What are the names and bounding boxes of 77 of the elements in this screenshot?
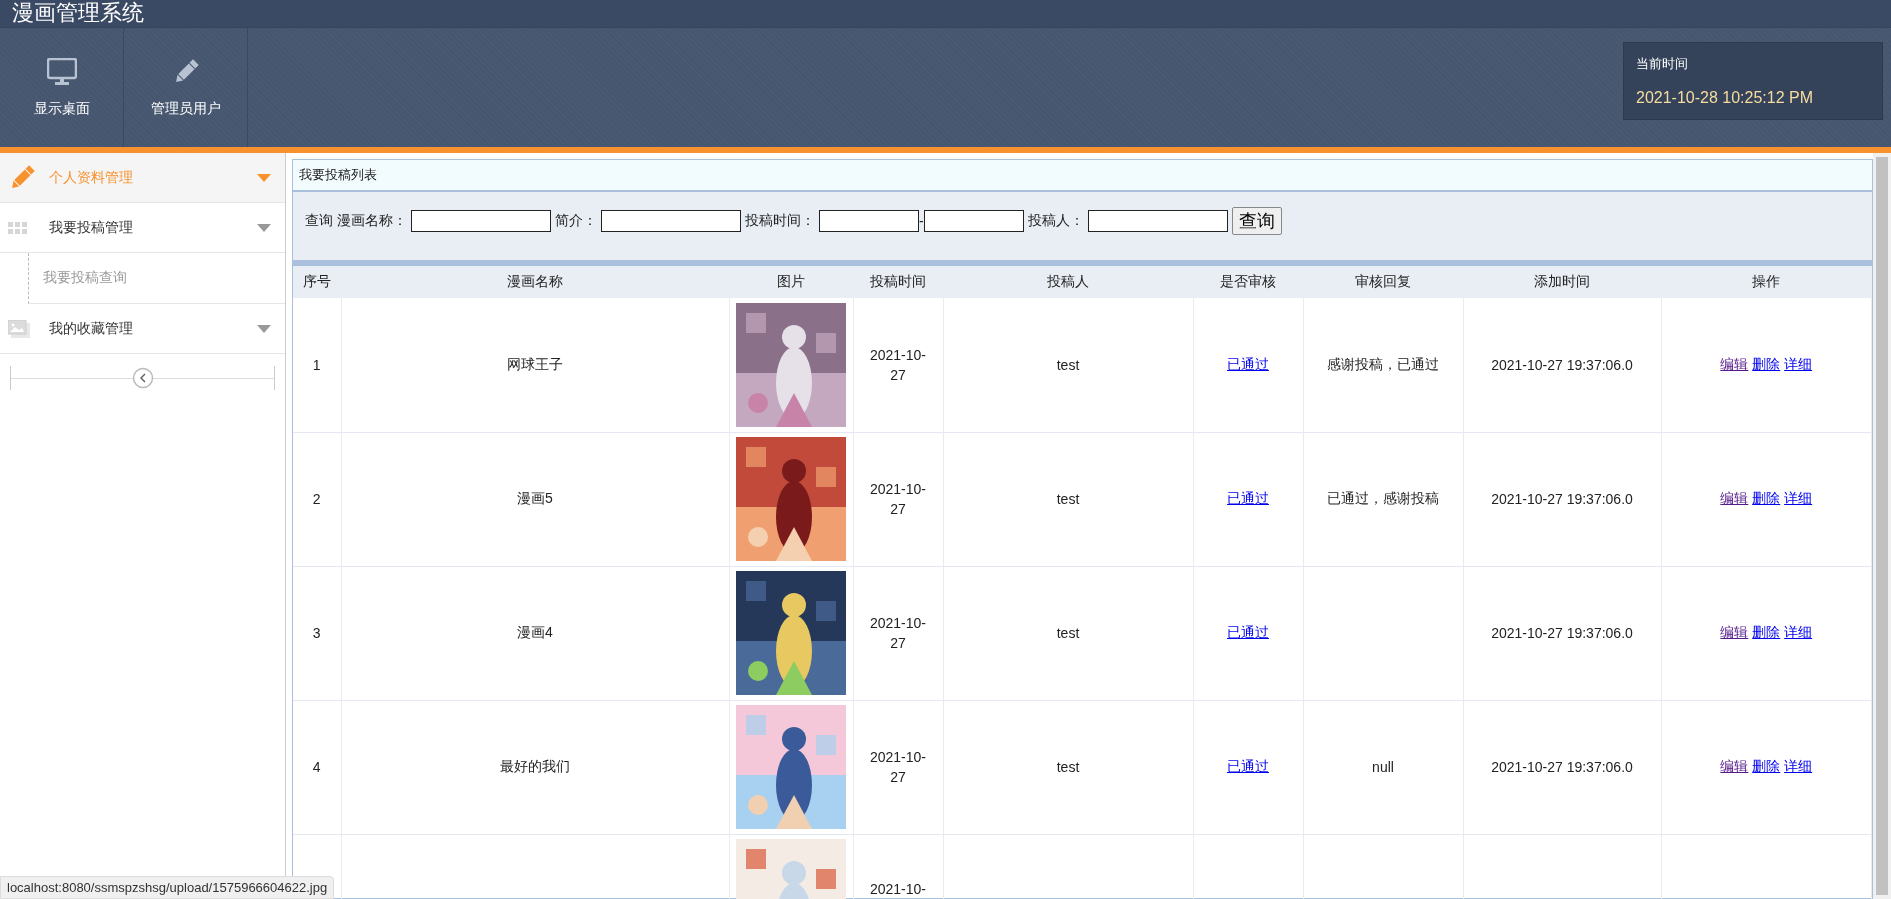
comic-name: 漫画4	[341, 566, 729, 700]
author-name: test	[943, 700, 1193, 834]
action-link[interactable]: 编辑	[1720, 355, 1749, 372]
row-number: 4	[293, 700, 341, 834]
sidebar-item[interactable]: 我的收藏管理	[0, 304, 285, 354]
text-field[interactable]	[1087, 210, 1228, 232]
row-number: 1	[293, 298, 341, 432]
action-link[interactable]: 删除	[1752, 490, 1781, 506]
row-number: 3	[293, 566, 341, 700]
author-name: test	[943, 566, 1193, 700]
range-separator: -	[919, 213, 924, 229]
column-header: 投稿人	[943, 266, 1193, 298]
action-link[interactable]: 编辑	[1720, 490, 1749, 506]
clock-label: 当前时间	[1636, 55, 1689, 73]
panel-title: 我要投稿列表	[299, 166, 377, 184]
search-label: 查询	[305, 212, 333, 230]
added-time: 2021-10-27 19:37:06.0	[1463, 432, 1661, 566]
column-header: 操作	[1661, 266, 1872, 298]
audit-link[interactable]: 已通过	[1227, 758, 1269, 774]
action-link[interactable]: 删除	[1752, 355, 1781, 372]
column-header: 添加时间	[1463, 266, 1661, 298]
status-url: localhost:8080/ssmspzshsg/upload/1575966604622.jpg	[0, 876, 335, 899]
search-button[interactable]: 查询	[1231, 207, 1282, 235]
text-field[interactable]	[411, 210, 551, 232]
column-header: 图片	[729, 266, 853, 298]
audit-link[interactable]: 已通过	[1227, 490, 1269, 506]
column-header: 是否审核	[1193, 266, 1303, 298]
submit-date: 2021-10-	[853, 834, 943, 899]
action-link[interactable]: 详细	[1784, 355, 1813, 372]
audit-link[interactable]: 已通过	[1227, 355, 1269, 372]
added-time: 2021-10-27 19:37:06.0	[1463, 700, 1661, 834]
sidebar-item[interactable]: 我要投稿管理	[0, 203, 285, 253]
action-link[interactable]: 编辑	[1720, 624, 1749, 640]
added-time: 2021-10-27 19:37:06.0	[1463, 566, 1661, 700]
column-header: 审核回复	[1303, 266, 1463, 298]
clock-time: 2021-10-28 10:25:12 PM	[1636, 89, 1814, 107]
monitor-icon	[46, 57, 77, 86]
column-header: 漫画名称	[341, 266, 729, 298]
added-time: 2021-10-27 19:37:06.0	[1463, 298, 1661, 432]
submit-date: 2021-10-27	[853, 700, 943, 834]
collapse-icon	[131, 367, 154, 389]
action-link[interactable]: 编辑	[1720, 758, 1749, 774]
action-link[interactable]: 删除	[1752, 624, 1781, 640]
action-link[interactable]: 详细	[1784, 624, 1813, 640]
field-label: 漫画名称：	[337, 212, 407, 230]
review-reply: 已通过，感谢投稿	[1303, 432, 1463, 566]
submit-date: 2021-10-27	[853, 298, 943, 432]
caret-icon	[257, 173, 271, 182]
action-link[interactable]: 删除	[1752, 758, 1781, 774]
author-name: test	[943, 432, 1193, 566]
submit-date: 2021-10-27	[853, 432, 943, 566]
audit-link[interactable]: 已通过	[1227, 624, 1269, 640]
app-title: 漫画管理系统	[12, 0, 144, 26]
grid-icon	[8, 221, 28, 234]
comic-name: 网球王子	[341, 298, 729, 432]
field-label: 投稿人：	[1027, 212, 1084, 230]
author-name: test	[943, 298, 1193, 432]
date-field[interactable]	[819, 210, 919, 232]
scrollbar-thumb[interactable]	[1876, 157, 1888, 895]
field-label: 简介：	[555, 212, 597, 230]
caret-icon	[257, 324, 271, 333]
action-link[interactable]: 详细	[1784, 490, 1813, 506]
comic-name: 最好的我们	[341, 700, 729, 834]
scrollbar[interactable]	[1873, 153, 1891, 899]
text-field[interactable]	[601, 210, 741, 232]
column-header: 投稿时间	[853, 266, 943, 298]
review-reply: null	[1303, 700, 1463, 834]
row-number: 2	[293, 432, 341, 566]
comic-name: 漫画5	[341, 432, 729, 566]
action-link[interactable]: 详细	[1784, 758, 1813, 774]
column-header: 序号	[293, 266, 341, 298]
field-label: 投稿时间：	[745, 212, 815, 230]
image-icon	[8, 319, 30, 338]
caret-icon	[257, 223, 271, 232]
review-reply: 感谢投稿，已通过	[1303, 298, 1463, 432]
submit-date: 2021-10-27	[853, 566, 943, 700]
date-field[interactable]	[923, 210, 1024, 232]
